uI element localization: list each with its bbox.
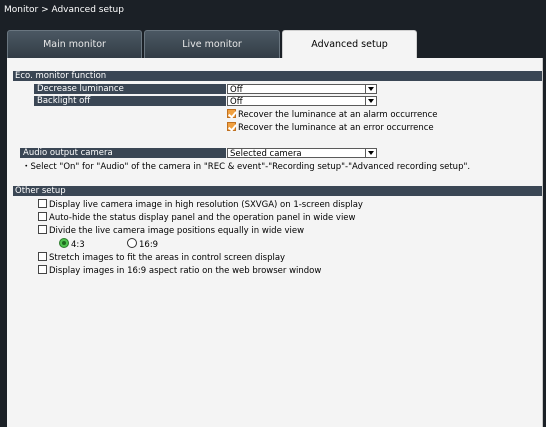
ratio-4-3-label: 4:3: [71, 240, 85, 250]
recover-error-option[interactable]: Recover the luminance at an error occurr…: [227, 122, 434, 133]
chevron-down-icon[interactable]: [365, 97, 376, 105]
stretch-label: Stretch images to fit the areas in contr…: [49, 253, 286, 263]
recover-alarm-option[interactable]: Recover the luminance at an alarm occurr…: [227, 109, 437, 120]
recover-alarm-checkbox[interactable]: [227, 109, 236, 118]
sxvga-checkbox[interactable]: [38, 199, 47, 208]
tab-advanced-setup[interactable]: Advanced setup: [282, 30, 417, 59]
audio-output-camera-value: Selected camera: [230, 149, 302, 159]
divide-label: Divide the live camera image positions e…: [49, 226, 305, 236]
backlight-off-value: Off: [230, 97, 243, 107]
other-option-stretch[interactable]: Stretch images to fit the areas in contr…: [38, 252, 285, 263]
backlight-off-label: Backlight off: [34, 96, 226, 106]
decrease-luminance-value: Off: [230, 85, 243, 95]
chevron-down-icon[interactable]: [365, 85, 376, 93]
decrease-luminance-select[interactable]: Off: [227, 84, 377, 95]
audio-output-camera-select[interactable]: Selected camera: [227, 148, 377, 159]
tab-bar: Main monitor Live monitor Advanced setup: [0, 30, 546, 59]
tab-main-monitor[interactable]: Main monitor: [7, 30, 142, 58]
divide-checkbox[interactable]: [38, 225, 47, 234]
other-option-16-9-browser[interactable]: Display images in 16:9 aspect ratio on t…: [38, 265, 321, 276]
tab-live-monitor[interactable]: Live monitor: [144, 30, 280, 58]
auto-hide-checkbox[interactable]: [38, 212, 47, 221]
stretch-checkbox[interactable]: [38, 252, 47, 261]
auto-hide-label: Auto-hide the status display panel and t…: [49, 213, 356, 223]
ratio-16-9-radio[interactable]: [127, 238, 137, 248]
browser-16-9-label: Display images in 16:9 aspect ratio on t…: [49, 266, 322, 276]
other-option-auto-hide[interactable]: Auto-hide the status display panel and t…: [38, 212, 355, 223]
other-option-divide[interactable]: Divide the live camera image positions e…: [38, 225, 304, 236]
backlight-off-select[interactable]: Off: [227, 96, 377, 107]
other-option-sxvga[interactable]: Display live camera image in high resolu…: [38, 199, 363, 210]
sxvga-label: Display live camera image in high resolu…: [49, 200, 363, 210]
ratio-16-9-label: 16:9: [139, 240, 159, 250]
ratio-4-3-radio[interactable]: [59, 238, 69, 248]
recover-alarm-label: Recover the luminance at an alarm occurr…: [238, 110, 438, 120]
browser-16-9-checkbox[interactable]: [38, 265, 47, 274]
audio-output-camera-label: Audio output camera: [20, 148, 226, 158]
ratio-16-9-option[interactable]: 16:9: [127, 238, 159, 250]
eco-section-header: Eco. monitor function: [13, 71, 542, 81]
ratio-4-3-option[interactable]: 4:3: [59, 238, 85, 250]
recover-error-label: Recover the luminance at an error occurr…: [238, 123, 434, 133]
other-setup-section-header: Other setup: [13, 186, 542, 196]
audio-note: ・Select "On" for "Audio" of the camera i…: [22, 162, 471, 172]
recover-error-checkbox[interactable]: [227, 122, 236, 131]
breadcrumb: Monitor > Advanced setup: [4, 5, 124, 15]
chevron-down-icon[interactable]: [365, 149, 376, 157]
decrease-luminance-label: Decrease luminance: [34, 84, 226, 94]
